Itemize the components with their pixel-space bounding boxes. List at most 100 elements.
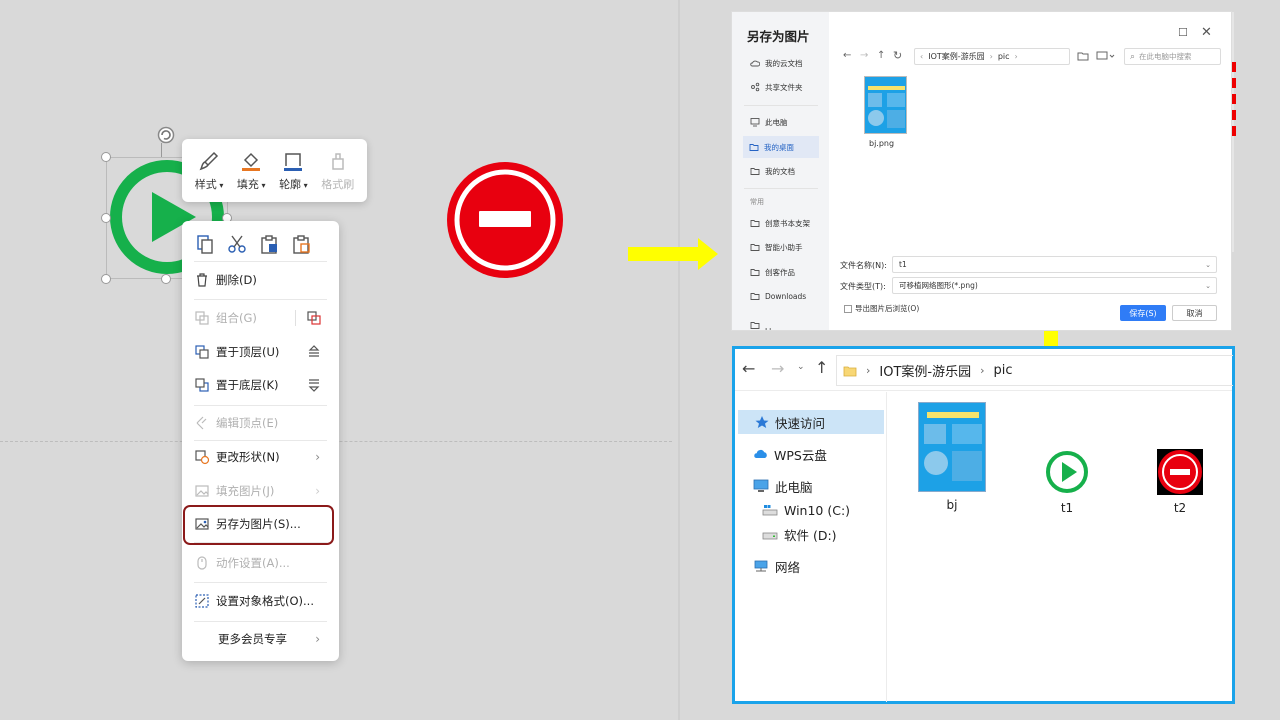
filename-input[interactable]: t1 ⌄ — [892, 256, 1217, 273]
sidebar-item-shared[interactable]: 共享文件夹 — [744, 76, 824, 98]
resize-handle[interactable] — [101, 152, 111, 162]
top-layer-icon[interactable] — [306, 344, 322, 360]
close-icon[interactable]: ✕ — [1201, 25, 1212, 40]
sidebar-item-drive-d[interactable]: 软件 (D:) — [762, 522, 837, 546]
sidebar-item-quick-access[interactable]: 快速访问 — [738, 410, 884, 434]
explorer-nav-bar: ← → ⌄ ↑ › IOT案例-游乐园 › pic — [735, 349, 1233, 391]
sidebar-item-desktop[interactable]: 我的桌面 — [743, 136, 819, 158]
dialog-breadcrumb[interactable]: ‹ IOT案例-游乐园 › pic › — [914, 48, 1070, 65]
folder-icon — [750, 220, 760, 227]
refresh-icon[interactable]: ↻ — [893, 49, 902, 62]
preview-checkbox[interactable]: 导出图片后浏览(O) — [844, 303, 919, 314]
menu-delete[interactable]: 删除(D) — [194, 267, 334, 293]
filetype-label: 文件类型(T): — [840, 282, 886, 291]
back-arrow-icon[interactable]: ← — [742, 359, 755, 378]
fill-button[interactable]: 填充 ▾ — [237, 150, 265, 192]
menu-bring-to-front[interactable]: 置于顶层(U) — [194, 339, 334, 365]
outline-icon — [284, 152, 303, 171]
sidebar-section-label: 常用 — [750, 198, 764, 206]
menu-separator — [194, 440, 327, 441]
dialog-search-input[interactable]: ⌕ 在此电脑中搜索 — [1124, 48, 1221, 65]
folder-icon — [750, 269, 760, 276]
menu-group[interactable]: 组合(G) — [194, 305, 334, 331]
copy-icon[interactable] — [194, 233, 216, 255]
checkbox-box[interactable] — [844, 304, 852, 313]
chevron-down-icon[interactable]: ⌄ — [797, 362, 805, 372]
chevron-down-icon: ⌄ — [1205, 281, 1211, 290]
rotate-stem — [161, 143, 162, 157]
ungroup-icon[interactable] — [306, 310, 322, 326]
paste-special-icon[interactable] — [290, 233, 312, 255]
file-thumbnail-bj[interactable] — [864, 76, 907, 134]
group-icon — [195, 311, 209, 325]
sidebar-item-drive-c[interactable]: Win10 (C:) — [762, 498, 850, 522]
menu-separator — [194, 299, 327, 300]
maximize-icon[interactable]: ☐ — [1178, 26, 1188, 39]
sidebar-item-network[interactable]: 网络 — [753, 554, 800, 578]
forward-arrow-icon[interactable]: → — [771, 359, 784, 378]
view-icon[interactable] — [1096, 50, 1116, 62]
sidebar-item-downloads[interactable]: Downloads — [744, 285, 824, 307]
filename-label: 文件名称(N): — [840, 261, 887, 270]
rotate-handle-icon[interactable] — [157, 126, 175, 144]
play-thumbnail-icon — [1044, 449, 1090, 495]
stop-shape[interactable] — [446, 161, 564, 279]
sidebar-item-folder-3[interactable]: 创客作品 — [744, 261, 824, 283]
file-item-t2[interactable]: t2 — [1157, 449, 1203, 515]
file-name-bj: bj.png — [869, 139, 895, 148]
filetype-select[interactable]: 可移植网络图形(*.png) ⌄ — [892, 277, 1217, 294]
resize-handle[interactable] — [101, 274, 111, 284]
save-button[interactable]: 保存(S) — [1120, 305, 1166, 321]
sidebar-item-cut-off[interactable]: Ll — [744, 310, 824, 330]
change-shape-icon — [195, 450, 210, 465]
menu-animation[interactable]: 动作设置(A)... — [194, 550, 334, 576]
outline-button[interactable]: 轮廓 ▾ — [279, 150, 308, 192]
forward-arrow-icon[interactable]: → — [860, 50, 868, 61]
back-arrow-icon[interactable]: ← — [843, 50, 851, 61]
sidebar-item-documents[interactable]: 我的文档 — [744, 160, 824, 182]
menu-change-shape[interactable]: 更改形状(N) › — [194, 444, 334, 470]
folder-icon — [749, 144, 759, 151]
format-painter-icon — [331, 152, 344, 170]
slide-divider — [678, 0, 680, 720]
resize-handle[interactable] — [161, 274, 171, 284]
up-arrow-icon[interactable]: ↑ — [815, 358, 828, 377]
menu-format-object[interactable]: 设置对象格式(O)... — [194, 588, 334, 614]
format-painter-button[interactable]: 格式刷 — [321, 150, 354, 192]
up-arrow-icon[interactable]: ↑ — [877, 50, 885, 61]
highlight-frame — [183, 505, 334, 545]
sidebar-item-this-pc[interactable]: 此电脑 — [744, 111, 824, 133]
menu-member-more[interactable]: 更多会员专享 › — [194, 626, 334, 652]
style-button[interactable]: 样式 ▾ — [195, 150, 223, 192]
file-item-t1[interactable]: t1 — [1044, 449, 1090, 515]
sidebar-item-this-pc[interactable]: 此电脑 — [753, 474, 813, 498]
menu-send-to-back[interactable]: 置于底层(K) — [194, 372, 334, 398]
sidebar-item-cloud-docs[interactable]: 我的云文档 — [744, 52, 824, 74]
monitor-icon — [753, 479, 769, 492]
cloud-icon — [754, 449, 767, 458]
folder-icon — [750, 293, 760, 300]
new-folder-icon[interactable] — [1077, 50, 1089, 62]
menu-separator — [194, 261, 327, 262]
paste-icon[interactable] — [258, 233, 280, 255]
sidebar-item-wps-cloud[interactable]: WPS云盘 — [753, 442, 827, 466]
menu-fill-picture[interactable]: 填充图片(J) › — [194, 478, 334, 504]
menu-separator — [194, 621, 327, 622]
context-menu: 删除(D) 组合(G) 置于顶层(U) 置于底层(K) 编辑顶点(E) 更改形状… — [182, 221, 339, 661]
sidebar-item-folder-2[interactable]: 智能小助手 — [744, 236, 824, 258]
chevron-right-icon: › — [315, 484, 320, 498]
bring-front-icon — [195, 345, 209, 359]
send-back-icon — [195, 378, 209, 392]
menu-edit-points[interactable]: 编辑顶点(E) — [194, 410, 334, 436]
folder-icon — [843, 366, 857, 376]
resize-handle[interactable] — [101, 213, 111, 223]
cancel-button[interactable]: 取消 — [1172, 305, 1217, 321]
explorer-breadcrumb[interactable]: › IOT案例-游乐园 › pic — [836, 355, 1233, 386]
file-item-bj[interactable]: bj — [918, 402, 986, 512]
right-arrow-icon — [628, 238, 718, 270]
bottom-layer-icon[interactable] — [306, 377, 322, 393]
sidebar-item-folder-1[interactable]: 创意书本支架 — [744, 212, 824, 234]
windows-drive-icon — [762, 505, 778, 516]
dialog-title: 另存为图片 — [747, 29, 810, 44]
cut-icon[interactable] — [226, 233, 248, 255]
